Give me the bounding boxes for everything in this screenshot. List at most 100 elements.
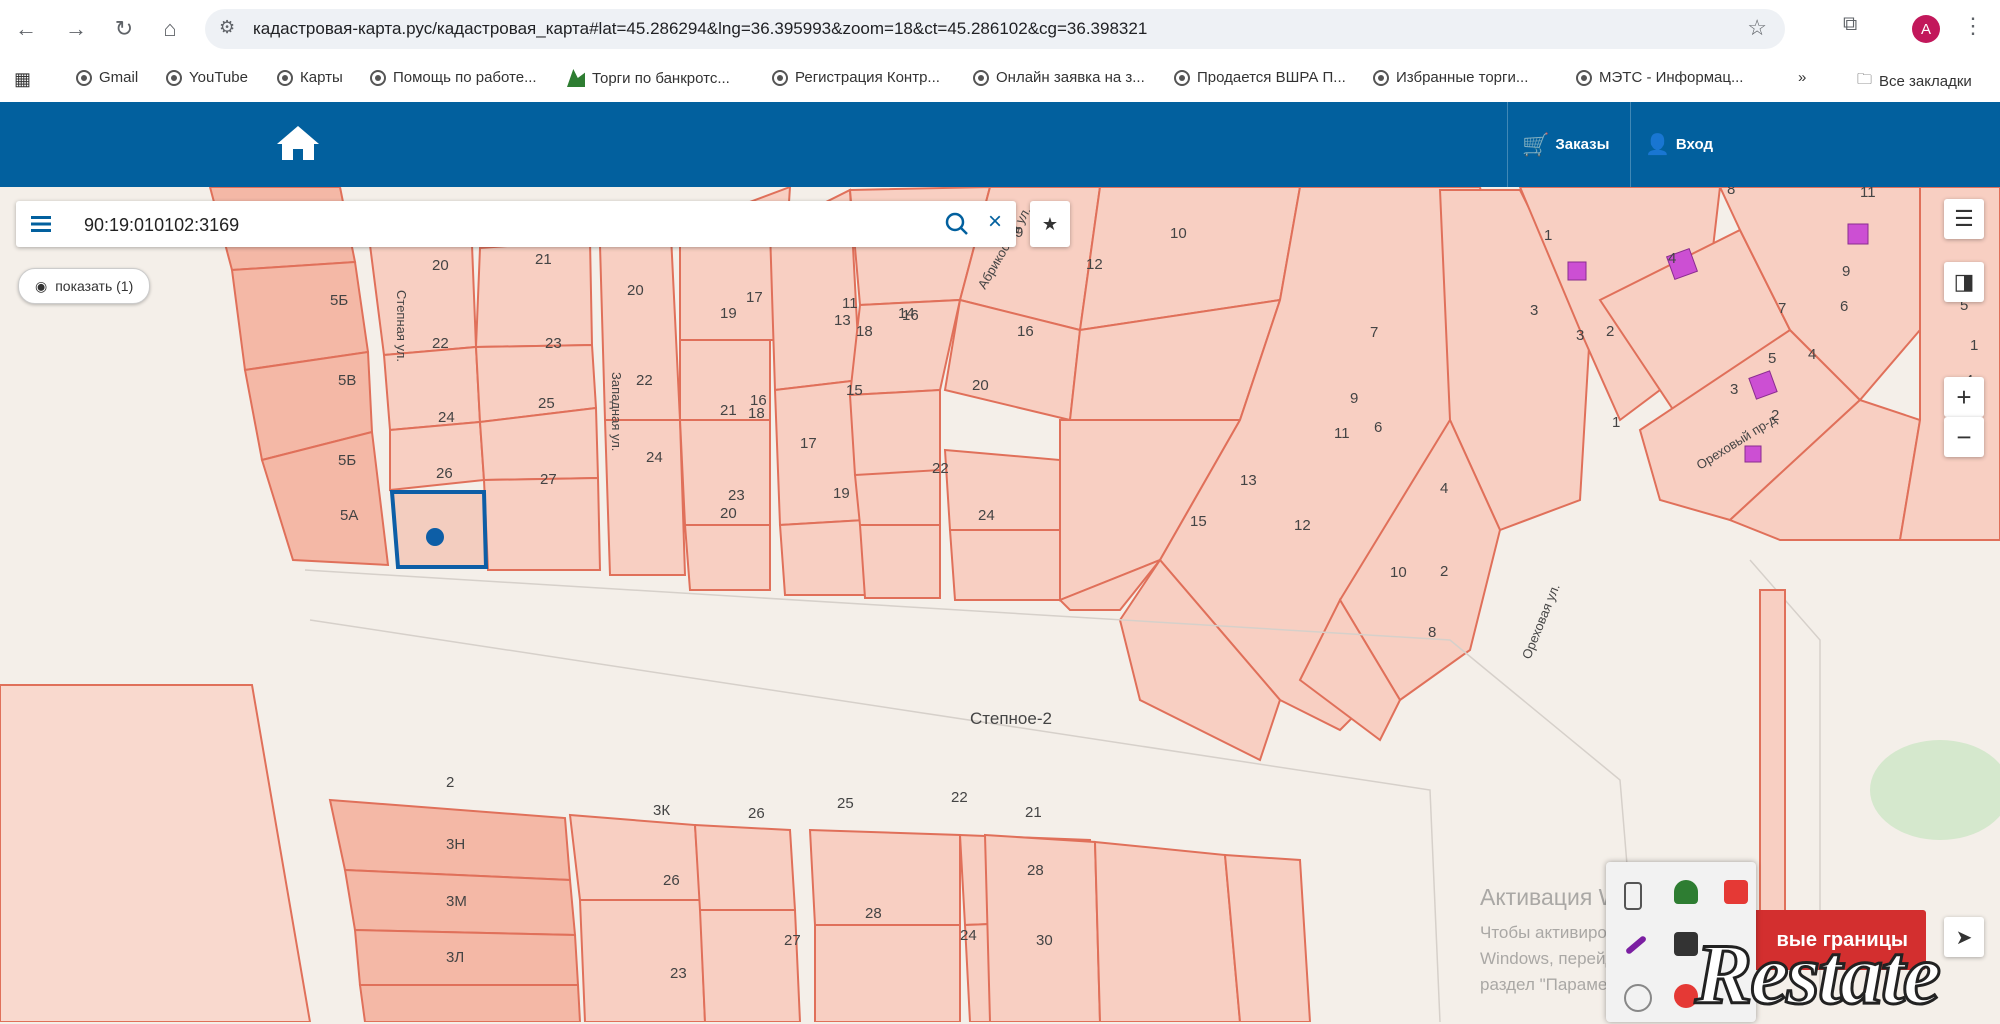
settings-icon[interactable] (1624, 984, 1652, 1012)
land-parcel[interactable] (230, 260, 370, 372)
shield-icon[interactable] (1674, 880, 1698, 904)
land-parcel[interactable] (693, 823, 797, 911)
plot-number-label: 27 (540, 471, 557, 488)
plot-number-label: 11 (1334, 425, 1350, 442)
plot-number-label: 23 (728, 487, 745, 504)
land-parcel[interactable] (1223, 853, 1312, 1022)
search-icon[interactable] (944, 211, 970, 237)
land-parcel[interactable] (858, 524, 941, 599)
plot-number-label: 20 (972, 377, 989, 394)
plot-number-label: 13 (834, 312, 851, 329)
orders-button[interactable]: 🛒 Заказы (1507, 102, 1623, 187)
bookmark-bankruptcy[interactable]: Торги по банкротс... (567, 69, 730, 87)
plot-number-label: 16 (1017, 323, 1034, 340)
plot-number-label: 19 (833, 485, 850, 502)
profile-avatar[interactable]: A (1912, 15, 1940, 43)
folder-icon: 🗀 (1857, 71, 1873, 88)
login-button[interactable]: 👤 Вход (1630, 102, 1727, 187)
plot-number-label: 10 (1390, 564, 1407, 581)
zoom-in-button[interactable]: + (1944, 377, 1984, 417)
zoom-out-button[interactable]: − (1944, 417, 1984, 457)
navigation-arrow-icon: ➤ (1955, 926, 1973, 949)
land-parcel[interactable] (814, 924, 961, 1022)
land-parcel[interactable] (853, 468, 941, 526)
plot-number-label: 21 (535, 251, 552, 268)
plot-number-label: 13 (1240, 472, 1257, 489)
menu-icon[interactable] (28, 211, 54, 237)
plot-number-label: 2 (446, 774, 454, 791)
plot-number-label: 20 (720, 505, 737, 522)
bookmark-online-request[interactable]: Онлайн заявка на з... (973, 69, 1145, 86)
close-icon[interactable]: × (988, 208, 1002, 236)
land-parcel[interactable] (683, 524, 771, 591)
panel-toggle-button[interactable]: ◨ (1944, 262, 1984, 302)
land-parcel[interactable] (482, 476, 602, 571)
pen-icon[interactable] (1624, 934, 1648, 956)
land-parcel[interactable] (0, 684, 312, 1022)
site-info-icon[interactable]: ⚙ (219, 17, 235, 38)
land-parcel[interactable] (943, 448, 1061, 531)
app-header: 🛒 Заказы 👤 Вход (0, 102, 2000, 187)
land-parcel[interactable] (368, 244, 478, 357)
land-parcel[interactable] (578, 899, 707, 1022)
plot-number-label: 23 (670, 965, 687, 982)
plot-number-label: 22 (951, 789, 968, 806)
land-parcel[interactable] (568, 813, 702, 901)
bookmarks-overflow[interactable]: » (1798, 69, 1806, 86)
plot-number-label: 27 (784, 932, 801, 949)
bookmark-star-icon[interactable]: ☆ (1747, 15, 1767, 41)
layers-button[interactable]: ☰ (1944, 199, 1984, 239)
all-bookmarks[interactable]: 🗀 Все закладки (1857, 69, 1972, 94)
land-parcel[interactable] (698, 909, 802, 1022)
layers-icon: ☰ (1954, 206, 1974, 231)
building (1567, 261, 1587, 281)
user-icon: 👤 (1645, 134, 1670, 156)
plot-number-label: 1 (1612, 414, 1620, 431)
record-icon[interactable] (1724, 880, 1748, 904)
home-browser-icon[interactable]: ⌂ (154, 13, 186, 45)
home-icon[interactable] (275, 124, 321, 162)
bookmark-maps[interactable]: Карты (277, 69, 343, 86)
favorite-star-button[interactable]: ★ (1030, 201, 1070, 247)
bookmark-youtube[interactable]: YouTube (166, 69, 248, 86)
bookmark-gmail[interactable]: Gmail (76, 69, 138, 86)
street-label: Ореховая ул. (1519, 581, 1563, 661)
plot-number-label: 5А (340, 507, 358, 524)
bookmark-mets[interactable]: МЭТС - Информац... (1576, 69, 1743, 86)
apps-grid-icon[interactable]: ▦ (14, 69, 31, 90)
address-bar[interactable]: ⚙ кадастровая-карта.рус/кадастровая_карт… (205, 9, 1785, 49)
search-input[interactable] (82, 209, 926, 241)
land-parcel[interactable] (948, 529, 1061, 601)
plot-number-label: 10 (1170, 225, 1187, 242)
forward-arrow-icon[interactable]: → (60, 13, 92, 45)
url-text[interactable]: кадастровая-карта.рус/кадастровая_карта#… (253, 19, 1147, 39)
globe-icon (772, 69, 788, 86)
torgi-icon (567, 69, 585, 87)
plot-number-label: 12 (1086, 256, 1103, 273)
land-parcel[interactable] (474, 238, 594, 349)
plot-number-label: 20 (432, 257, 449, 274)
bookmark-favorite-torgi[interactable]: Избранные торги... (1373, 69, 1528, 86)
land-parcel[interactable] (1093, 840, 1242, 1022)
extensions-icon[interactable]: ⧉ (1843, 13, 1857, 36)
plot-number-label: 7 (1778, 300, 1786, 317)
show-button[interactable]: ◉ показать (1) (18, 268, 151, 304)
bookmark-help[interactable]: Помощь по работе... (370, 69, 537, 86)
land-parcel[interactable] (353, 928, 580, 986)
land-parcel[interactable] (778, 518, 866, 596)
locate-button[interactable]: ➤ (1944, 917, 1984, 957)
plot-number-label: 30 (1036, 932, 1053, 949)
land-parcel[interactable] (808, 828, 961, 926)
plot-number-label: 1 (1544, 227, 1552, 244)
land-parcel[interactable] (358, 984, 582, 1022)
bookmark-for-sale[interactable]: Продается ВШРА П... (1174, 69, 1346, 86)
land-parcel[interactable] (1759, 589, 1786, 921)
usb-icon[interactable] (1624, 882, 1642, 910)
globe-icon (277, 69, 293, 86)
reload-icon[interactable]: ↻ (108, 13, 140, 45)
bookmark-registration[interactable]: Регистрация Контр... (772, 69, 940, 86)
browser-menu-icon[interactable]: ⋮ (1962, 13, 1984, 39)
plot-number-label: 2 (1606, 323, 1614, 340)
land-parcel[interactable] (848, 388, 941, 476)
back-arrow-icon[interactable]: ← (10, 13, 42, 45)
